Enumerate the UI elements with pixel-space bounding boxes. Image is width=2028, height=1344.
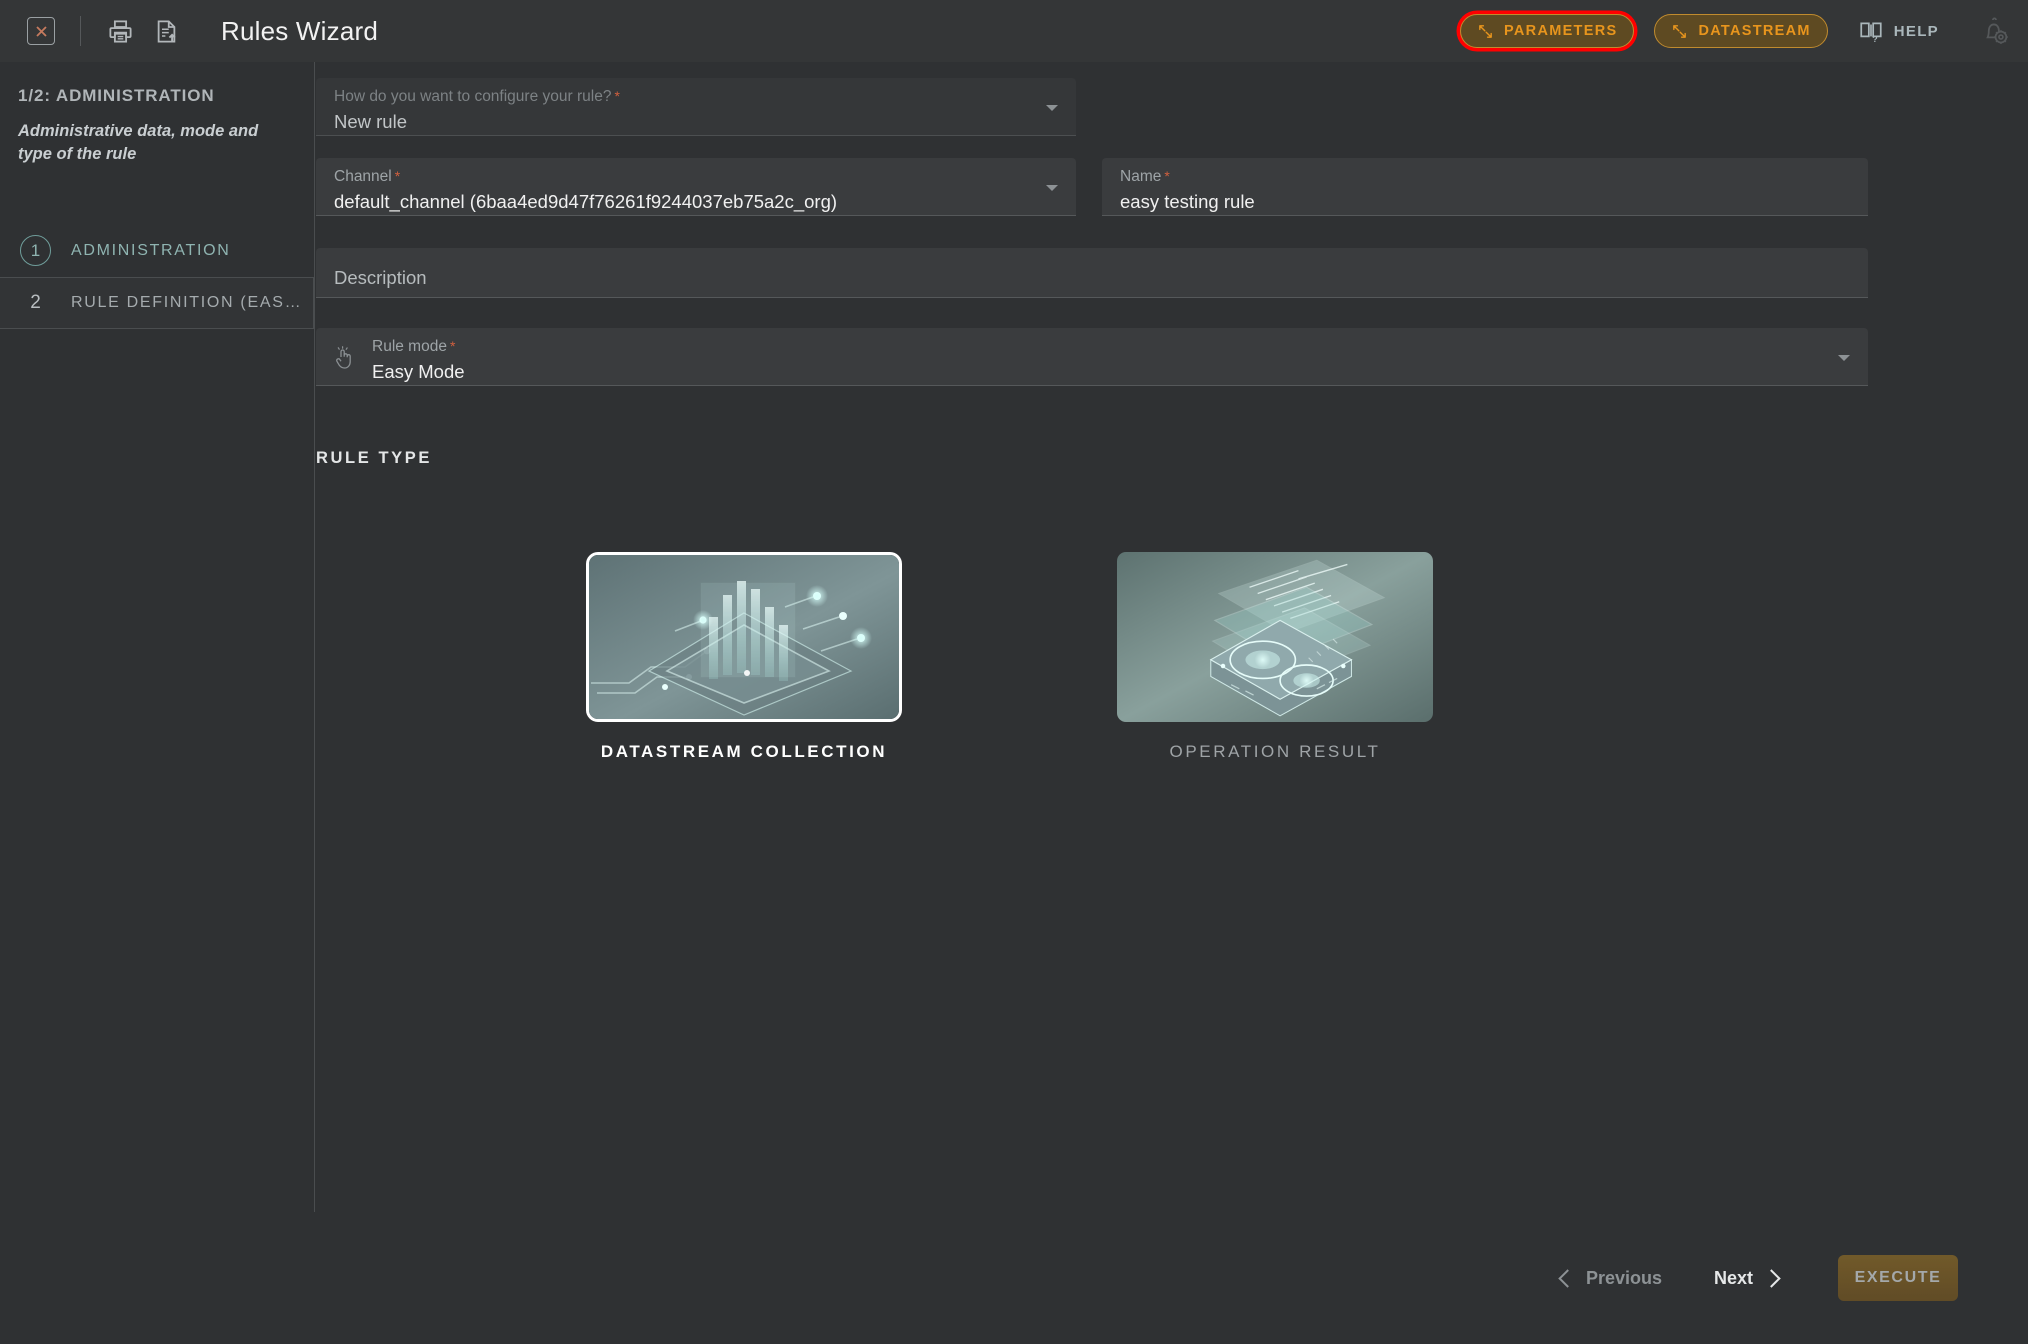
required-asterisk: *	[1164, 168, 1170, 184]
operation-result-thumbnail	[1117, 552, 1433, 722]
rule-type-option-datastream-collection[interactable]: DATASTREAM COLLECTION	[586, 552, 902, 762]
rule-type-option-operation-result[interactable]: OPERATION RESULT	[1117, 552, 1433, 762]
required-asterisk: *	[394, 168, 401, 184]
name-label: Name *	[1120, 168, 1170, 185]
channel-value: default_channel (6baa4ed9d47f76261f92440…	[334, 191, 838, 212]
bell-gear-icon	[1986, 17, 2008, 44]
sidebar-item-rule-definition-label: RULE DEFINITION (EAS…	[71, 293, 303, 311]
help-button[interactable]: ? HELP	[1858, 18, 1939, 44]
execute-label: EXECUTE	[1854, 1269, 1942, 1286]
execute-button[interactable]: EXECUTE	[1838, 1255, 1958, 1301]
click-hand-icon	[332, 346, 356, 377]
step-number-2: 2	[30, 291, 41, 313]
chevron-down-icon	[1046, 184, 1058, 191]
rule-mode-value: Easy Mode	[372, 361, 465, 382]
document-upload-icon	[157, 19, 176, 43]
isometric-server-graphic	[1117, 552, 1433, 722]
datastream-button[interactable]: DATASTREAM	[1654, 14, 1828, 48]
wizard-sidebar: 1/2: ADMINISTRATION Administrative data,…	[0, 62, 315, 1212]
print-button[interactable]	[97, 8, 143, 54]
chevron-down-icon	[1046, 104, 1058, 111]
description-placeholder: Description	[334, 267, 427, 288]
header-divider	[80, 16, 81, 46]
printer-icon	[108, 19, 132, 43]
step-description: Administrative data, mode and type of th…	[18, 122, 259, 164]
chevron-down-icon	[1838, 354, 1850, 361]
rule-mode-select[interactable]: Rule mode * Easy Mode	[316, 328, 1868, 386]
book-question-icon: ?	[1860, 22, 1882, 44]
previous-label: Previous	[1585, 1267, 1662, 1288]
parameters-label: PARAMETERS	[1504, 23, 1618, 39]
channel-label: Channel *	[334, 168, 401, 185]
step-indicator: 1/2: ADMINISTRATION	[18, 86, 215, 105]
configure-rule-value: New rule	[334, 111, 407, 132]
sidebar-item-rule-definition[interactable]: 2 RULE DEFINITION (EAS…	[0, 276, 314, 329]
close-x-icon	[27, 17, 55, 45]
main-content: How do you want to configure your rule? *…	[316, 62, 2028, 1344]
name-field[interactable]: Name * easy testing rule	[1102, 158, 1868, 216]
required-asterisk: *	[614, 88, 620, 104]
isometric-datastream-graphic	[589, 555, 899, 719]
resize-arrows-icon	[1673, 24, 1687, 38]
app-header: Rules Wizard PARAMETERS DATASTREAM ? HEL…	[0, 0, 2028, 62]
header-right-tools: PARAMETERS DATASTREAM ? HELP	[1460, 14, 2028, 48]
rule-type-options: DATASTREAM COLLECTION OPERATION RESULT	[586, 552, 1433, 762]
parameters-button[interactable]: PARAMETERS	[1460, 14, 1635, 48]
channel-select[interactable]: Channel * default_channel (6baa4ed9d47f76…	[316, 158, 1076, 216]
wizard-footer: Previous Next EXECUTE	[0, 1212, 2028, 1344]
notifications-settings-button[interactable]	[1977, 15, 2010, 48]
sidebar-item-administration[interactable]: 1 ADMINISTRATION	[0, 225, 314, 277]
page-title: Rules Wizard	[221, 15, 378, 46]
close-button[interactable]	[18, 8, 64, 54]
chevron-left-icon	[1558, 1268, 1577, 1288]
export-document-button[interactable]	[143, 8, 189, 54]
required-asterisk: *	[449, 338, 456, 354]
sidebar-item-administration-label: ADMINISTRATION	[71, 241, 231, 259]
operation-result-label: OPERATION RESULT	[1169, 742, 1381, 761]
header-left-tools: Rules Wizard	[0, 8, 378, 54]
configure-rule-label: How do you want to configure your rule? *	[334, 88, 620, 105]
next-button[interactable]: Next	[1713, 1267, 1781, 1289]
datastream-collection-label: DATASTREAM COLLECTION	[600, 742, 888, 761]
rule-type-section-title: RULE TYPE	[316, 449, 432, 467]
wizard-steps: 1 ADMINISTRATION 2 RULE DEFINITION (EAS…	[0, 225, 314, 329]
datastream-label: DATASTREAM	[1698, 23, 1811, 39]
description-field[interactable]: Description	[316, 248, 1868, 298]
chevron-right-icon	[1762, 1268, 1781, 1288]
rule-mode-label: Rule mode *	[372, 338, 456, 355]
datastream-collection-thumbnail	[586, 552, 902, 722]
previous-button[interactable]: Previous	[1558, 1267, 1662, 1289]
configure-rule-select[interactable]: How do you want to configure your rule? *…	[316, 78, 1076, 136]
resize-arrows-icon	[1479, 24, 1492, 38]
svg-text:?: ?	[1872, 34, 1879, 44]
next-label: Next	[1713, 1267, 1753, 1288]
help-label: HELP	[1893, 22, 1939, 40]
name-value: easy testing rule	[1120, 191, 1255, 212]
step-number-1: 1	[20, 235, 51, 267]
